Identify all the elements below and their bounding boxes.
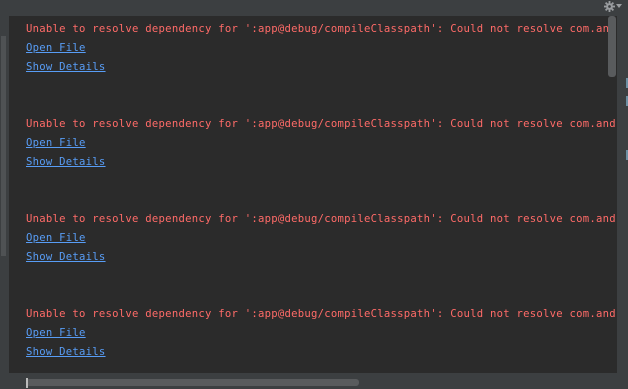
horizontal-scrollbar[interactable]	[26, 379, 359, 386]
show-details-link[interactable]: Show Details	[26, 60, 106, 74]
open-file-link[interactable]: Open File	[26, 231, 86, 245]
right-panel-edge	[619, 16, 628, 389]
left-gutter	[0, 16, 8, 389]
error-message: Unable to resolve dependency for ':app@d…	[26, 308, 617, 320]
open-file-link[interactable]: Open File	[26, 136, 86, 150]
chevron-down-icon[interactable]	[616, 3, 622, 9]
text-caret	[26, 378, 28, 388]
error-message: Unable to resolve dependency for ':app@d…	[26, 23, 617, 35]
toolbar	[0, 0, 628, 16]
horizontal-scrollbar-track	[9, 373, 617, 389]
open-file-link[interactable]: Open File	[26, 326, 86, 340]
vertical-scrollbar[interactable]	[608, 16, 616, 77]
show-details-link[interactable]: Show Details	[26, 155, 106, 169]
show-details-link[interactable]: Show Details	[26, 345, 106, 359]
error-message: Unable to resolve dependency for ':app@d…	[26, 118, 617, 130]
error-entry: Unable to resolve dependency for ':app@d…	[26, 22, 617, 74]
show-details-link[interactable]: Show Details	[26, 250, 106, 264]
error-entry: Unable to resolve dependency for ':app@d…	[26, 307, 617, 359]
console-output: Unable to resolve dependency for ':app@d…	[9, 16, 617, 373]
error-entry: Unable to resolve dependency for ':app@d…	[26, 212, 617, 264]
gear-icon[interactable]	[604, 0, 615, 12]
error-message: Unable to resolve dependency for ':app@d…	[26, 213, 617, 225]
error-entry: Unable to resolve dependency for ':app@d…	[26, 117, 617, 169]
build-output-window: Unable to resolve dependency for ':app@d…	[0, 0, 628, 389]
settings-menu[interactable]	[604, 0, 622, 12]
open-file-link[interactable]: Open File	[26, 41, 86, 55]
left-gutter-scrollbar[interactable]	[1, 36, 6, 256]
